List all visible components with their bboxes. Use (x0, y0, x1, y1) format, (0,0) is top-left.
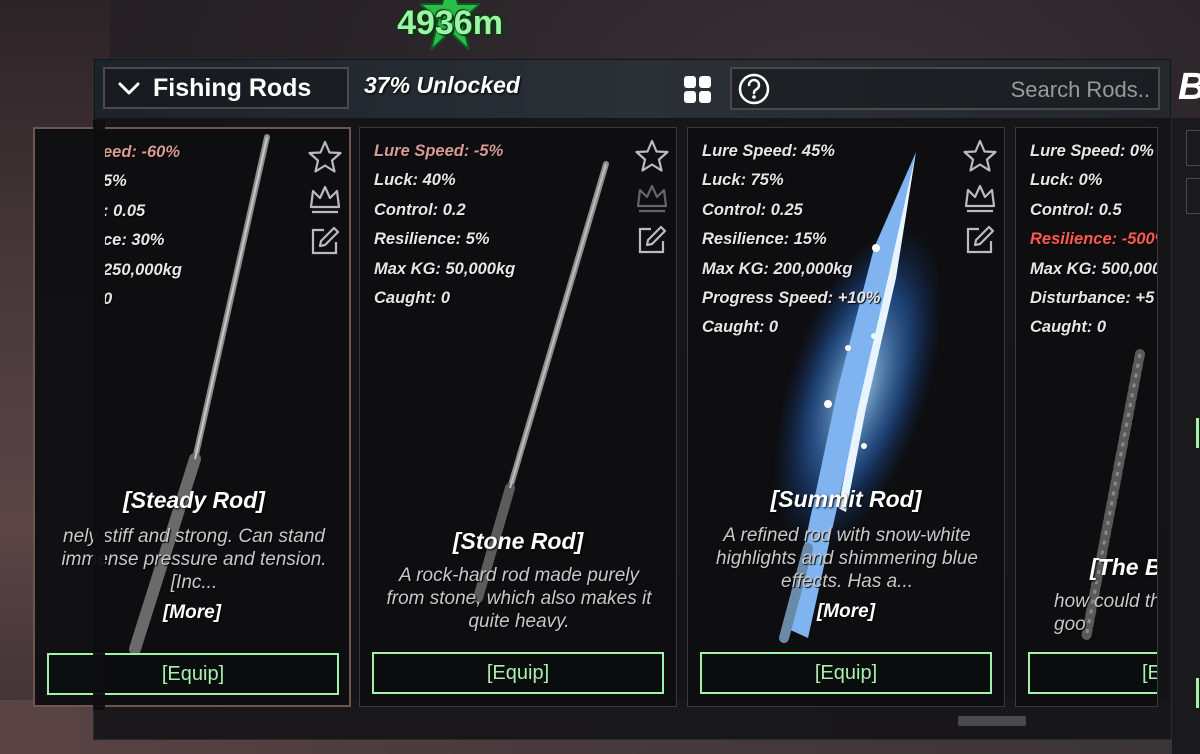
stat-luck: Luck: 40% (374, 171, 456, 190)
rod-description: how could th goo (1054, 591, 1158, 635)
stat-disturbance: Disturbance: +5 (1030, 288, 1155, 307)
rod-card-the-b[interactable]: Lure Speed: 0% Luck: 0% Control: 0.5 Res… (1015, 127, 1158, 707)
stat-lure-speed: Lure Speed: 0% (1030, 142, 1154, 160)
stat-max-kg: Max KG: 200,000kg (702, 259, 853, 278)
stat-lure-speed: eed: -60% (103, 143, 181, 161)
stat-luck: 5% (103, 172, 127, 191)
grid-view-icon[interactable] (684, 76, 712, 104)
help-icon[interactable] (737, 72, 771, 106)
stat-progress-speed: Progress Speed: +10% (702, 288, 881, 307)
depth-indicator: 4936m (380, 0, 520, 52)
equip-button[interactable]: [Equip] (700, 652, 992, 694)
rod-name: [Steady Rod] (123, 487, 265, 513)
stat-resilience: Resilience: 15% (702, 230, 827, 249)
panel-left-edge (93, 120, 105, 710)
crown-icon[interactable] (307, 181, 343, 217)
rod-name: [The B (1090, 554, 1158, 580)
stat-control: Control: 0.5 (1030, 200, 1122, 219)
equip-button[interactable]: [Equip] (47, 653, 339, 695)
depth-value: 4936m (397, 4, 503, 42)
rod-name: [Stone Rod] (452, 528, 584, 554)
stat-max-kg: Max KG: 500,000, (1030, 259, 1158, 278)
favorite-star-icon[interactable] (634, 138, 670, 174)
stat-lure-speed: Lure Speed: -5% (374, 142, 504, 160)
rod-card-stone[interactable]: Lure Speed: -5% Luck: 40% Control: 0.2 R… (359, 127, 677, 707)
category-dropdown[interactable]: Fishing Rods (103, 67, 349, 109)
equip-button[interactable]: [Equip] (372, 652, 664, 694)
stat-caught: 0 (103, 289, 113, 308)
stat-caught: Caught: 0 (374, 288, 451, 307)
unlocked-percentage: 37% Unlocked (364, 72, 520, 98)
favorite-star-icon[interactable] (962, 138, 998, 174)
rod-description: A rock-hard rod made purely from stone, … (386, 565, 652, 632)
stat-resilience: Resilience: 5% (374, 230, 490, 249)
stat-caught: Caught: 0 (1030, 318, 1107, 337)
search-box[interactable] (730, 67, 1160, 110)
stat-control: Control: 0.2 (374, 200, 466, 219)
rod-name: [Summit Rod] (770, 486, 922, 512)
crown-icon[interactable] (962, 180, 998, 216)
stat-max-kg: Max KG: 50,000kg (374, 259, 516, 278)
stat-resilience: ce: 30% (103, 231, 165, 250)
edit-icon[interactable] (962, 222, 998, 258)
rod-card-steady[interactable]: eed: -60% 5% : 0.05 ce: 30% 250,000kg 0 … (33, 127, 351, 707)
stat-caught: Caught: 0 (702, 318, 779, 337)
favorite-star-icon[interactable] (307, 139, 343, 175)
stat-control: : 0.05 (103, 201, 146, 220)
category-label: Fishing Rods (153, 73, 312, 102)
stat-lure-speed: Lure Speed: 45% (702, 142, 835, 160)
search-input[interactable] (776, 73, 1152, 107)
rod-card-summit[interactable]: Lure Speed: 45% Luck: 75% Control: 0.25 … (687, 127, 1005, 707)
more-button[interactable]: [More] (688, 601, 1004, 623)
more-button[interactable]: [More] (35, 602, 349, 624)
edit-icon[interactable] (307, 223, 343, 259)
stat-luck: Luck: 75% (702, 171, 784, 190)
rod-description: A refined rod with snow-white highlights… (716, 525, 978, 592)
crown-icon[interactable] (634, 180, 670, 216)
side-panel (1172, 118, 1200, 754)
equip-button[interactable]: [E (1028, 652, 1157, 694)
side-panel-title: B (1178, 66, 1200, 109)
stat-max-kg: 250,000kg (103, 260, 182, 279)
stat-control: Control: 0.25 (702, 200, 803, 219)
stat-luck: Luck: 0% (1030, 171, 1103, 190)
chevron-down-icon (118, 82, 140, 95)
edit-icon[interactable] (634, 222, 670, 258)
stat-resilience: Resilience: -500% (1030, 230, 1158, 249)
horizontal-scrollbar[interactable] (958, 716, 1026, 726)
